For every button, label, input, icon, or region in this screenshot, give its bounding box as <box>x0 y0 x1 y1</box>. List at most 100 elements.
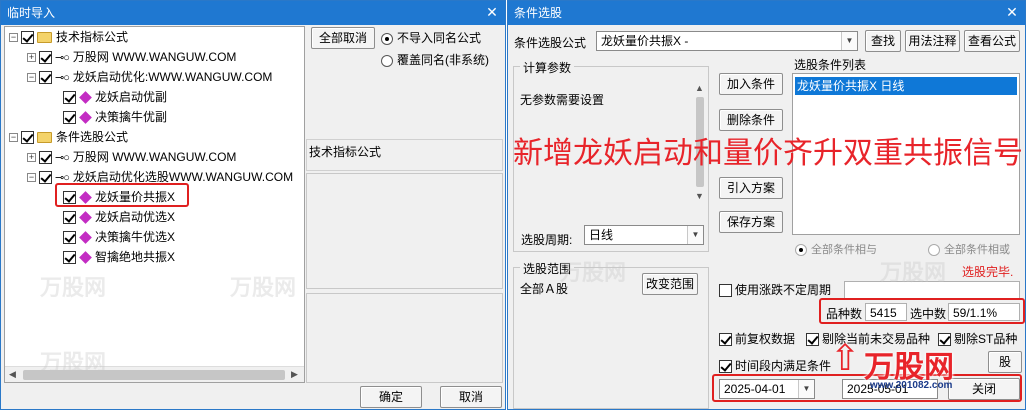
tree-item[interactable]: 龙妖启动优选X <box>63 207 175 227</box>
promo-headline: 新增龙妖启动和量价齐升双重共振信号 <box>513 137 1023 170</box>
scrollbar-thumb[interactable] <box>23 370 285 380</box>
radio-overwrite[interactable]: 覆盖同名(非系统) <box>381 51 489 68</box>
scroll-left-icon[interactable]: ◀ <box>9 369 16 380</box>
view-formula-button[interactable]: 查看公式 <box>964 30 1020 52</box>
scroll-up-icon[interactable]: ▲ <box>695 83 704 93</box>
tree-folder-tech-indicators[interactable]: − 技术指标公式 <box>9 27 128 47</box>
checkbox[interactable] <box>63 211 76 225</box>
change-scope-button[interactable]: 改变范围 <box>642 273 698 295</box>
count-label: 品种数 <box>826 307 863 321</box>
scope-title: 选股范围 <box>520 260 575 277</box>
count-value-text: 5415 <box>870 306 897 320</box>
dropdown-arrow-icon[interactable]: ▼ <box>841 32 857 50</box>
horizontal-scrollbar[interactable]: ◀ ▶ <box>5 366 304 382</box>
checkbox[interactable] <box>39 51 52 65</box>
save-plan-button[interactable]: 保存方案 <box>719 211 783 233</box>
checkbox[interactable] <box>39 151 52 165</box>
key-icon: ⊸○ <box>55 51 70 64</box>
formula-icon <box>79 91 92 105</box>
tree-group-wanguw[interactable]: + ⊸○ 万股网 WWW.WANGUW.COM <box>27 147 236 167</box>
dropdown-arrow-icon[interactable]: ▼ <box>687 226 703 244</box>
period-dropdown-value: 日线 <box>589 228 614 242</box>
expand-icon[interactable]: + <box>27 153 36 163</box>
scroll-right-icon[interactable]: ▶ <box>291 369 298 380</box>
radio-no-import[interactable]: 不导入同名公式 <box>381 29 481 46</box>
tree-item[interactable]: 龙妖启动优副 <box>63 87 167 107</box>
selected-value-text: 59/1.1% <box>953 306 998 320</box>
tree-group-wanguw[interactable]: + ⊸○ 万股网 WWW.WANGUW.COM <box>27 47 236 67</box>
tree-label: 万股网 WWW.WANGUW.COM <box>72 150 237 164</box>
checkbox[interactable] <box>39 171 52 185</box>
checkbox[interactable] <box>63 111 76 125</box>
collapse-icon[interactable]: − <box>9 33 18 43</box>
tree-group-longyao[interactable]: − ⊸○ 龙妖启动优化:WWW.WANGUW.COM <box>27 67 272 87</box>
variable-period-input[interactable] <box>844 281 1020 299</box>
tree-label: 智擒绝地共振X <box>95 250 176 264</box>
radio-icon[interactable] <box>381 54 393 67</box>
collapse-icon[interactable]: − <box>9 133 18 143</box>
close-icon[interactable]: ✕ <box>483 1 501 25</box>
radio-icon[interactable] <box>381 32 393 45</box>
cancel-all-button[interactable]: 全部取消 <box>311 27 375 49</box>
period-dropdown[interactable]: 日线 ▼ <box>584 225 704 245</box>
selection-window-titlebar[interactable]: 条件选股 ✕ <box>508 1 1025 25</box>
tree-item[interactable]: 决策擒牛优选X <box>63 227 175 247</box>
close-button[interactable]: 关闭 <box>948 378 1020 400</box>
ok-button[interactable]: 确定 <box>360 386 422 408</box>
checkbox[interactable] <box>719 360 732 374</box>
checkbox[interactable] <box>719 284 732 298</box>
usage-notes-button[interactable]: 用法注释 <box>905 30 960 52</box>
radio-all-or[interactable]: 全部条件相或 <box>928 241 1010 257</box>
find-button[interactable]: 查找 <box>865 30 901 52</box>
checkbox[interactable] <box>21 31 34 45</box>
tree-label: 条件选股公式 <box>56 130 129 144</box>
checkbox[interactable] <box>63 231 76 245</box>
import-window-titlebar[interactable]: 临时导入 ✕ <box>1 1 505 25</box>
partial-select-button[interactable]: 股 <box>988 351 1022 373</box>
tree-folder-stock-selection[interactable]: − 条件选股公式 <box>9 127 128 147</box>
tree-item[interactable]: 智擒绝地共振X <box>63 247 175 267</box>
checkbox[interactable] <box>21 131 34 145</box>
checkbox[interactable] <box>63 251 76 265</box>
add-condition-button[interactable]: 加入条件 <box>719 73 783 95</box>
checkbox[interactable] <box>806 333 819 347</box>
selection-status: 选股完毕. <box>962 265 1014 279</box>
pre-adjust-option[interactable]: 前复权数据 <box>719 330 795 347</box>
variable-period-option[interactable]: 使用涨跌不定周期 <box>719 281 831 298</box>
formula-description-area[interactable] <box>306 293 503 383</box>
collapse-icon[interactable]: − <box>27 173 36 183</box>
calc-params-title: 计算参数 <box>520 59 575 76</box>
scroll-down-icon[interactable]: ▼ <box>695 191 704 201</box>
condition-list-item-label: 龙妖量价共振X 日线 <box>797 79 905 93</box>
count-value: 5415 <box>865 303 907 321</box>
period-satisfied-option[interactable]: 时间段内满足条件 <box>719 357 831 374</box>
formula-preview-area[interactable] <box>306 173 503 289</box>
no-params-text: 无参数需要设置 <box>520 93 605 107</box>
scope-value: 全部Ａ股 <box>520 282 569 296</box>
cancel-button[interactable]: 取消 <box>440 386 502 408</box>
date-from-field[interactable]: 2025-04-01 ▼ <box>719 379 815 399</box>
formula-preview-header: 技术指标公式 <box>306 139 503 171</box>
tree-label: 决策擒牛优副 <box>95 110 168 124</box>
formula-dropdown[interactable]: 龙妖量价共振X - ▼ <box>596 31 858 51</box>
checkbox-label: 使用涨跌不定周期 <box>735 283 832 297</box>
formula-tree[interactable]: − 技术指标公式 + ⊸○ 万股网 WWW.WANGUW.COM − ⊸○ 龙妖启动优化:… <box>4 26 305 383</box>
checkbox[interactable] <box>719 333 732 347</box>
radio-icon[interactable] <box>795 244 807 257</box>
import-plan-button[interactable]: 引入方案 <box>719 177 783 199</box>
radio-all-and[interactable]: 全部条件相与 <box>795 241 877 257</box>
radio-label: 覆盖同名(非系统) <box>397 53 489 67</box>
tree-label: 决策擒牛优选X <box>95 230 176 244</box>
condition-list-item[interactable]: 龙妖量价共振X 日线 <box>795 77 1017 95</box>
folder-icon <box>37 132 52 144</box>
close-icon[interactable]: ✕ <box>1003 1 1021 25</box>
dropdown-arrow-icon[interactable]: ▼ <box>798 380 814 398</box>
tree-label: 龙妖启动优化:WWW.WANGUW.COM <box>72 70 273 84</box>
tree-item[interactable]: 决策擒牛优副 <box>63 107 167 127</box>
radio-icon[interactable] <box>928 244 940 257</box>
expand-icon[interactable]: + <box>27 53 36 63</box>
radio-label: 不导入同名公式 <box>397 31 482 45</box>
collapse-icon[interactable]: − <box>27 73 36 83</box>
checkbox[interactable] <box>63 91 76 105</box>
checkbox[interactable] <box>39 71 52 85</box>
